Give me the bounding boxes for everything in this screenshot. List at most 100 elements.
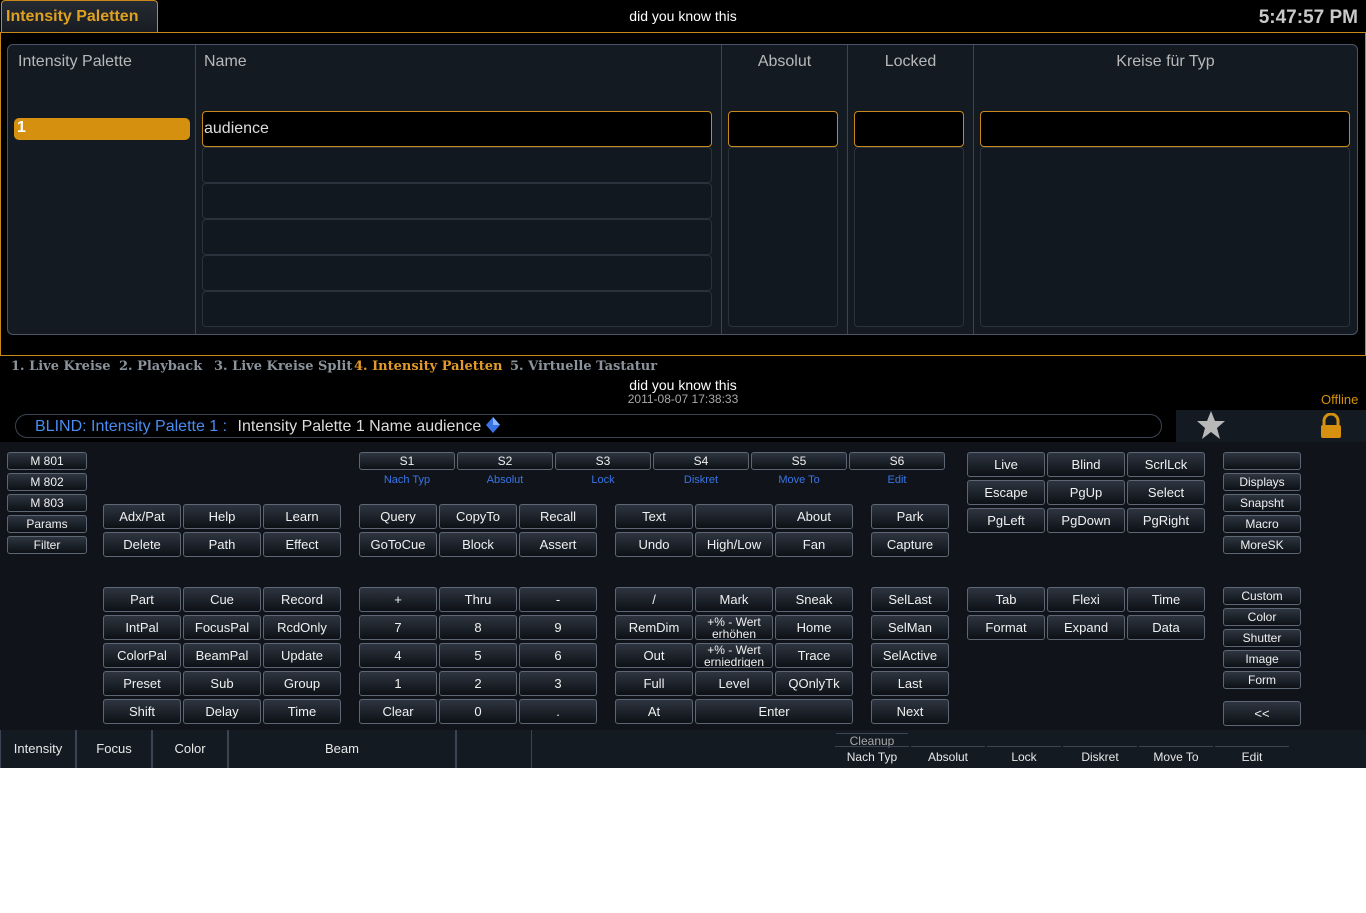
recall-key[interactable]: Recall bbox=[519, 504, 597, 529]
intpal-key[interactable]: IntPal bbox=[103, 615, 181, 640]
path-key[interactable]: Path bbox=[183, 532, 261, 557]
pgright-key[interactable]: PgRight bbox=[1127, 508, 1205, 533]
macro-button[interactable]: M 802 bbox=[7, 473, 87, 491]
time-key[interactable]: Time bbox=[1127, 587, 1205, 612]
displays-button[interactable]: Displays bbox=[1223, 473, 1301, 491]
flexi-key[interactable]: Flexi bbox=[1047, 587, 1125, 612]
shutter-button[interactable]: Shutter bbox=[1223, 629, 1301, 647]
high-low-key[interactable]: High/Low bbox=[695, 532, 773, 557]
thru-key[interactable]: Thru bbox=[439, 587, 517, 612]
record-key[interactable]: Record bbox=[263, 587, 341, 612]
lock-icon[interactable] bbox=[1319, 412, 1343, 443]
part-key[interactable]: Part bbox=[103, 587, 181, 612]
mark-key[interactable]: Mark bbox=[695, 587, 773, 612]
clear-key[interactable]: Clear bbox=[359, 699, 437, 724]
macro-button[interactable]: M 803 bbox=[7, 494, 87, 512]
bottom-softkey-nach-typ[interactable]: Nach Typ bbox=[835, 746, 909, 764]
softkey-s1[interactable]: S1 bbox=[359, 452, 455, 470]
about-key[interactable]: About bbox=[775, 504, 853, 529]
softkey-s6[interactable]: S6 bbox=[849, 452, 945, 470]
delete-key[interactable]: Delete bbox=[103, 532, 181, 557]
level-key[interactable]: Level bbox=[695, 671, 773, 696]
snapshot-button[interactable]: Snapsht bbox=[1223, 494, 1301, 512]
sub-key[interactable]: Sub bbox=[183, 671, 261, 696]
kreise-cell[interactable] bbox=[980, 111, 1350, 147]
full-key[interactable]: Full bbox=[615, 671, 693, 696]
blind-key[interactable]: Blind bbox=[1047, 452, 1125, 477]
sellast-key[interactable]: SelLast bbox=[871, 587, 949, 612]
category-beam[interactable]: Beam bbox=[228, 730, 456, 768]
time-key[interactable]: Time bbox=[263, 699, 341, 724]
update-key[interactable]: Update bbox=[263, 643, 341, 668]
digit-1-key[interactable]: 1 bbox=[359, 671, 437, 696]
color-button[interactable]: Color bbox=[1223, 608, 1301, 626]
group-key[interactable]: Group bbox=[263, 671, 341, 696]
category-intensity[interactable]: Intensity bbox=[0, 730, 76, 768]
adx-pat-key[interactable]: Adx/Pat bbox=[103, 504, 181, 529]
custom-button[interactable]: Custom bbox=[1223, 587, 1301, 605]
form-button[interactable]: Form bbox=[1223, 671, 1301, 689]
digit-7-key[interactable]: 7 bbox=[359, 615, 437, 640]
bottom-softkey-edit[interactable]: Edit bbox=[1215, 746, 1289, 764]
home-key[interactable]: Home bbox=[775, 615, 853, 640]
capture-key[interactable]: Capture bbox=[871, 532, 949, 557]
workspace-tab-4[interactable]: 4. Intensity Paletten bbox=[354, 359, 503, 374]
palette-number[interactable]: 1 bbox=[14, 118, 190, 140]
undo-key[interactable]: Undo bbox=[615, 532, 693, 557]
digit-2-key[interactable]: 2 bbox=[439, 671, 517, 696]
out-key[interactable]: Out bbox=[615, 643, 693, 668]
moresk-button[interactable]: MoreSK bbox=[1223, 536, 1301, 554]
focuspal-key[interactable]: FocusPal bbox=[183, 615, 261, 640]
digit-4-key[interactable]: 4 bbox=[359, 643, 437, 668]
blank-key[interactable] bbox=[695, 504, 773, 529]
query-key[interactable]: Query bbox=[359, 504, 437, 529]
workspace-tab-3[interactable]: 3. Live Kreise Split bbox=[214, 359, 352, 374]
select-key[interactable]: Select bbox=[1127, 480, 1205, 505]
category-empty[interactable] bbox=[456, 730, 532, 768]
effect-key[interactable]: Effect bbox=[263, 532, 341, 557]
absolut-cell[interactable] bbox=[728, 111, 838, 147]
plus-percent-key[interactable]: +% - Wert erhöhen bbox=[695, 615, 773, 640]
selactive-key[interactable]: SelActive bbox=[871, 643, 949, 668]
text-key[interactable]: Text bbox=[615, 504, 693, 529]
escape-key[interactable]: Escape bbox=[967, 480, 1045, 505]
assert-key[interactable]: Assert bbox=[519, 532, 597, 557]
fan-key[interactable]: Fan bbox=[775, 532, 853, 557]
last-key[interactable]: Last bbox=[871, 671, 949, 696]
locked-cell[interactable] bbox=[854, 111, 964, 147]
params-button[interactable]: Params bbox=[7, 515, 87, 533]
trace-key[interactable]: Trace bbox=[775, 643, 853, 668]
help-key[interactable]: Help bbox=[183, 504, 261, 529]
bottom-softkey-move-to[interactable]: Move To bbox=[1139, 746, 1213, 764]
softkey-s3[interactable]: S3 bbox=[555, 452, 651, 470]
bottom-softkey-absolut[interactable]: Absolut bbox=[911, 746, 985, 764]
workspace-tab-2[interactable]: 2. Playback bbox=[119, 359, 202, 374]
minus-percent-key[interactable]: +% - Wert erniedrigen bbox=[695, 643, 773, 668]
workspace-tab-5[interactable]: 5. Virtuelle Tastatur bbox=[510, 359, 657, 374]
softkey-s5[interactable]: S5 bbox=[751, 452, 847, 470]
image-button[interactable]: Image bbox=[1223, 650, 1301, 668]
delay-key[interactable]: Delay bbox=[183, 699, 261, 724]
park-key[interactable]: Park bbox=[871, 504, 949, 529]
pgleft-key[interactable]: PgLeft bbox=[967, 508, 1045, 533]
pgup-key[interactable]: PgUp bbox=[1047, 480, 1125, 505]
next-key[interactable]: Next bbox=[871, 699, 949, 724]
back-button[interactable]: << bbox=[1223, 701, 1301, 726]
category-color[interactable]: Color bbox=[152, 730, 228, 768]
cue-key[interactable]: Cue bbox=[183, 587, 261, 612]
plus-key[interactable]: + bbox=[359, 587, 437, 612]
command-line[interactable]: BLIND: Intensity Palette 1 : Intensity P… bbox=[15, 414, 1162, 438]
beampal-key[interactable]: BeamPal bbox=[183, 643, 261, 668]
at-key[interactable]: At bbox=[615, 699, 693, 724]
digit-3-key[interactable]: 3 bbox=[519, 671, 597, 696]
scrllck-key[interactable]: ScrlLck bbox=[1127, 452, 1205, 477]
data-key[interactable]: Data bbox=[1127, 615, 1205, 640]
enter-key[interactable]: Enter bbox=[695, 699, 853, 724]
macro-button[interactable]: Macro bbox=[1223, 515, 1301, 533]
block-key[interactable]: Block bbox=[439, 532, 517, 557]
expand-key[interactable]: Expand bbox=[1047, 615, 1125, 640]
format-key[interactable]: Format bbox=[967, 615, 1045, 640]
learn-key[interactable]: Learn bbox=[263, 504, 341, 529]
macro-button[interactable]: M 801 bbox=[7, 452, 87, 470]
sneak-key[interactable]: Sneak bbox=[775, 587, 853, 612]
